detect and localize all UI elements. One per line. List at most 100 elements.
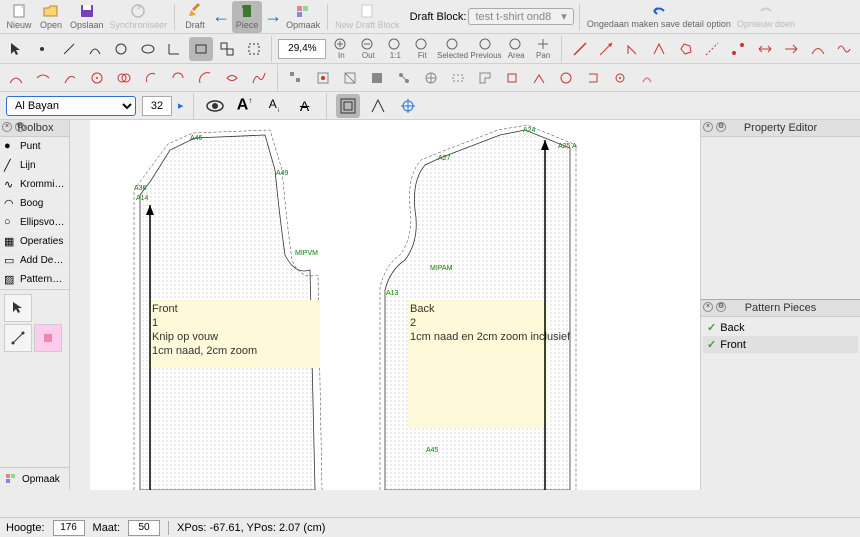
- back-piece[interactable]: Back 2 1cm naad en 2cm zoom inclusief A2…: [380, 125, 577, 490]
- grid1-icon[interactable]: [284, 66, 308, 90]
- font-size-spinner[interactable]: ▸: [178, 99, 184, 112]
- angle-tool-icon[interactable]: [163, 37, 186, 61]
- poly-tool-icon[interactable]: [674, 37, 697, 61]
- dash-tool-icon[interactable]: [700, 37, 723, 61]
- maat-input[interactable]: [128, 520, 160, 536]
- piece-item-front[interactable]: ✓Front: [703, 336, 858, 353]
- toolbox-item-punt[interactable]: ●Punt: [0, 137, 69, 156]
- grid2-icon[interactable]: [311, 66, 335, 90]
- t10-icon[interactable]: [247, 66, 271, 90]
- t7-icon[interactable]: [166, 66, 190, 90]
- zoom-selected-icon[interactable]: Selected: [437, 37, 467, 60]
- t6-icon[interactable]: [139, 66, 163, 90]
- t2-icon[interactable]: [31, 66, 55, 90]
- select-tool-icon[interactable]: [242, 37, 265, 61]
- t8-icon[interactable]: [193, 66, 217, 90]
- open-button[interactable]: Open: [36, 1, 66, 33]
- target-icon[interactable]: [396, 94, 420, 118]
- rect-tool-icon[interactable]: [189, 37, 212, 61]
- grid12-icon[interactable]: [581, 66, 605, 90]
- toolbox-item-ellips[interactable]: ○Ellipsvormi...: [0, 213, 69, 232]
- close-icon[interactable]: ×: [703, 302, 713, 312]
- new-button[interactable]: Nieuw: [4, 1, 34, 33]
- draft-button[interactable]: Draft: [180, 1, 210, 33]
- strike-icon[interactable]: A: [293, 94, 317, 118]
- double-arrow-icon[interactable]: [753, 37, 776, 61]
- zoom-in-icon[interactable]: In: [329, 37, 353, 60]
- front-piece[interactable]: Front 1 Knip op vouw 1cm naad, 2cm zoom …: [134, 130, 322, 490]
- grid10-icon[interactable]: [527, 66, 551, 90]
- angle-red-icon[interactable]: [621, 37, 644, 61]
- grid11-icon[interactable]: [554, 66, 578, 90]
- grid13-icon[interactable]: [608, 66, 632, 90]
- circle-tool-icon[interactable]: [110, 37, 133, 61]
- path-tool-icon[interactable]: [647, 37, 670, 61]
- zoom-out-icon[interactable]: Out: [356, 37, 380, 60]
- canvas[interactable]: Front 1 Knip op vouw 1cm naad, 2cm zoom …: [90, 120, 700, 490]
- piece-button[interactable]: Piece: [232, 1, 262, 33]
- t4-icon[interactable]: [85, 66, 109, 90]
- zoom-input[interactable]: [278, 39, 326, 59]
- redo-button[interactable]: Opnieuw doen: [735, 1, 797, 33]
- arrow-tool-icon[interactable]: [595, 37, 618, 61]
- grid14-icon[interactable]: [635, 66, 659, 90]
- point-tool2-icon[interactable]: [727, 37, 750, 61]
- grid4-icon[interactable]: [365, 66, 389, 90]
- toolbox-item-lijn[interactable]: ╱Lijn: [0, 156, 69, 175]
- toolbox-item-details[interactable]: ▭Add Details: [0, 251, 69, 270]
- font-size-input[interactable]: [142, 96, 172, 116]
- toolbox-item-kromming[interactable]: ∿Kromming: [0, 175, 69, 194]
- bound-icon[interactable]: [336, 94, 360, 118]
- curve-tool-icon[interactable]: [83, 37, 106, 61]
- point-tool-icon[interactable]: [30, 37, 53, 61]
- text-small-icon[interactable]: A↓: [263, 94, 287, 118]
- ellipse-tool-icon[interactable]: [136, 37, 159, 61]
- grid3-icon[interactable]: [338, 66, 362, 90]
- t9-icon[interactable]: [220, 66, 244, 90]
- curve-red-icon[interactable]: [806, 37, 829, 61]
- t1-icon[interactable]: [4, 66, 28, 90]
- new-draft-block-button[interactable]: New Draft Block: [333, 1, 402, 33]
- cursor-tool-icon[interactable]: [4, 37, 27, 61]
- measure-icon[interactable]: [366, 94, 390, 118]
- opmaak-button[interactable]: Opmaak: [284, 1, 322, 33]
- group-tool-icon[interactable]: [216, 37, 239, 61]
- t5-icon[interactable]: [112, 66, 136, 90]
- next-arrow-icon[interactable]: →: [264, 6, 282, 27]
- close-icon[interactable]: ×: [2, 122, 12, 132]
- grid8-icon[interactable]: [473, 66, 497, 90]
- zoom-previous-icon[interactable]: Previous: [471, 37, 501, 60]
- t3-icon[interactable]: [58, 66, 82, 90]
- grid6-icon[interactable]: [419, 66, 443, 90]
- gear-icon[interactable]: ⚙: [716, 122, 726, 132]
- zoom-11-icon[interactable]: 1:1: [383, 37, 407, 60]
- cursor-tool[interactable]: [4, 294, 32, 322]
- draft-block-select[interactable]: test t-shirt ond8▾: [468, 8, 573, 25]
- hoogte-input[interactable]: [53, 520, 85, 536]
- grid9-icon[interactable]: [500, 66, 524, 90]
- line-tool-icon[interactable]: [57, 37, 80, 61]
- opmaak-tab[interactable]: Opmaak: [0, 467, 69, 490]
- font-select[interactable]: Al Bayan: [6, 96, 136, 116]
- zoom-area-icon[interactable]: Area: [504, 37, 528, 60]
- piece-item-back[interactable]: ✓Back: [703, 319, 858, 336]
- right-arrow-icon[interactable]: [780, 37, 803, 61]
- grid5-icon[interactable]: [392, 66, 416, 90]
- grid7-icon[interactable]: [446, 66, 470, 90]
- gear-icon[interactable]: ⚙: [716, 302, 726, 312]
- undo-button[interactable]: Ongedaan maken save detail option: [585, 1, 733, 33]
- sync-button[interactable]: Synchroniseer: [108, 1, 170, 33]
- prev-arrow-icon[interactable]: ←: [212, 6, 230, 27]
- line-red-icon[interactable]: [568, 37, 591, 61]
- eye-icon[interactable]: [203, 94, 227, 118]
- toolbox-item-ops[interactable]: ▦Operaties: [0, 232, 69, 251]
- piece-tool[interactable]: [34, 324, 62, 352]
- save-button[interactable]: Opslaan: [68, 1, 106, 33]
- close-icon[interactable]: ×: [703, 122, 713, 132]
- s-curve-icon[interactable]: [833, 37, 856, 61]
- line-tool[interactable]: [4, 324, 32, 352]
- zoom-fit-icon[interactable]: Fit: [410, 37, 434, 60]
- pan-icon[interactable]: Pan: [531, 37, 555, 60]
- toolbox-item-boog[interactable]: ◠Boog: [0, 194, 69, 213]
- text-large-icon[interactable]: A↑: [233, 94, 257, 118]
